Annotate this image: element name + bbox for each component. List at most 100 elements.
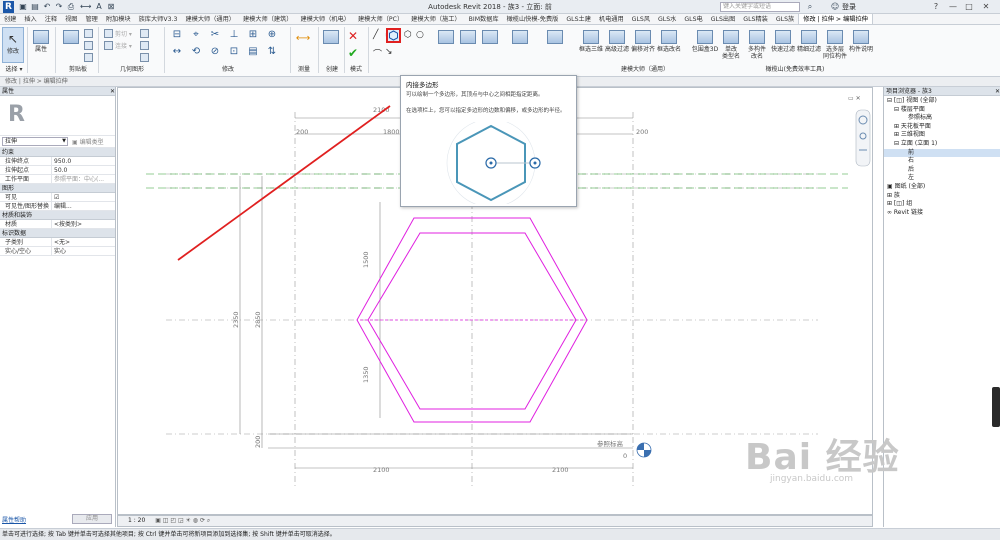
property-row[interactable]: 实心/空心 实心 (0, 247, 115, 256)
redo-icon[interactable]: ↷ (54, 2, 64, 12)
properties-help-link[interactable]: 属性帮助 (2, 515, 26, 524)
tab-15[interactable]: 机电通用 (595, 14, 628, 24)
apply-button[interactable]: 应用 (72, 514, 112, 524)
tab-10[interactable]: 建模大师（PC） (354, 14, 407, 24)
minimize-button[interactable]: — (946, 1, 960, 13)
navigation-bar[interactable] (855, 109, 871, 167)
copy-icon[interactable] (84, 41, 93, 50)
pick-lines-icon[interactable]: ↘ (385, 47, 393, 57)
view-control-icons[interactable]: ▣ ◫ ◰ ◲ ☀ ◍ ⟳ ⌕ (155, 517, 210, 524)
maximize-button[interactable]: □ (962, 1, 976, 13)
browser-item[interactable]: ⊞ [◫] 组 (884, 200, 1000, 209)
property-section-header[interactable]: 图形 (0, 184, 115, 193)
modify-tool-icon[interactable]: ⊘ (208, 45, 222, 59)
property-value[interactable]: 编辑... (52, 202, 115, 210)
browser-item[interactable]: 参照标高 (884, 114, 1000, 123)
property-row[interactable]: 子类别 <无> (0, 238, 115, 247)
tab-17[interactable]: GLS水 (654, 14, 680, 24)
browser-item[interactable]: ▣ 图纸 (全部) (884, 183, 1000, 192)
property-section-header[interactable]: 标识数据 (0, 229, 115, 238)
tool-button-7[interactable]: 快速过滤 (770, 27, 796, 65)
ext-button-4[interactable] (510, 27, 530, 63)
property-row[interactable]: 拉伸终点 950.0 (0, 157, 115, 166)
revit-logo[interactable]: R (3, 1, 14, 13)
modify-tool-icon[interactable]: ⊕ (265, 28, 279, 42)
edit-type-button[interactable]: ▣ 编辑类型 (72, 137, 104, 146)
view-controls[interactable]: ▭ ✕ (848, 95, 861, 102)
tab-3[interactable]: 视图 (61, 14, 81, 24)
modify-tool-icon[interactable]: ⊥ (227, 28, 241, 42)
tab-6[interactable]: 族库大师V3.3 (135, 14, 182, 24)
tab-21[interactable]: GLS族 (772, 14, 798, 24)
property-row[interactable]: 可见性/图形替换 编辑... (0, 202, 115, 211)
paint-icon[interactable] (140, 53, 149, 62)
tool-button-5[interactable]: 单改 类型名 (718, 27, 744, 65)
close-icon[interactable]: ✕ (995, 87, 1000, 95)
circumscribed-polygon-icon[interactable]: ⬡ (404, 30, 412, 40)
property-section-header[interactable]: 约束 (0, 148, 115, 157)
tab-12[interactable]: BIM数据库 (465, 14, 503, 24)
circle-tool-icon[interactable]: ○ (416, 30, 424, 40)
tab-16[interactable]: GLS风 (628, 14, 654, 24)
create-button[interactable] (322, 27, 340, 63)
tab-14[interactable]: GLS土建 (562, 14, 595, 24)
tool-button-0[interactable]: 框选三维 (578, 27, 604, 65)
ext-button-3[interactable] (480, 27, 500, 63)
close-icon[interactable]: ✕ (110, 87, 115, 95)
measure-button[interactable]: ⟷ (294, 27, 312, 63)
tab-2[interactable]: 注释 (41, 14, 61, 24)
tool-button-2[interactable]: 偏移对齐 (630, 27, 656, 65)
modify-tool-icon[interactable]: ✂ (208, 28, 222, 42)
ext-button-1[interactable] (436, 27, 456, 63)
browser-item[interactable]: ∞ Revit 链接 (884, 209, 1000, 218)
open-icon[interactable]: ▣ (18, 2, 28, 12)
browser-item[interactable]: ⊞ 三维视图 (884, 131, 1000, 140)
tab-9[interactable]: 建模大师（机电） (296, 14, 354, 24)
arc-tool-icon[interactable]: ⌒ (373, 47, 382, 60)
property-value[interactable]: 950.0 (52, 157, 115, 165)
browser-item[interactable]: 前 (884, 148, 1000, 158)
save-icon[interactable]: ▤ (30, 2, 40, 12)
property-row[interactable]: 工作平面 参照平面：中心(... (0, 175, 115, 184)
modify-tool-icon[interactable]: ▤ (246, 45, 260, 59)
tool-button-8[interactable]: 精细过滤 (796, 27, 822, 65)
tool-button-4[interactable]: 包围盒3D (692, 27, 718, 65)
tool-button-10[interactable]: 构件说明 (848, 27, 874, 65)
properties-button[interactable]: 属性 (30, 27, 52, 63)
scale-selector[interactable]: 1 : 20 (128, 517, 145, 524)
level-marker[interactable] (636, 442, 652, 458)
browser-item[interactable]: ⊟ [◫] 视图 (全部) (884, 97, 1000, 106)
cope-icon[interactable] (104, 29, 113, 38)
tab-8[interactable]: 建模大师（建筑） (239, 14, 297, 24)
property-row[interactable]: 材质 <按类别> (0, 220, 115, 229)
browser-item[interactable]: ⊟ 立面 (立面 1) (884, 140, 1000, 149)
close-button[interactable]: ✕ (978, 1, 994, 13)
measure-icon[interactable]: ⟷ (80, 2, 91, 12)
split-face-icon[interactable] (140, 41, 149, 50)
tab-18[interactable]: GLS电 (680, 14, 706, 24)
inscribed-polygon-button[interactable] (386, 28, 401, 43)
tab-11[interactable]: 建模大师（施工） (407, 14, 465, 24)
match-icon[interactable] (84, 53, 93, 62)
modify-tool-icon[interactable]: ⊞ (246, 28, 260, 42)
cut-icon[interactable] (84, 29, 93, 38)
tool-button-6[interactable]: 多构件 改名 (744, 27, 770, 65)
print-icon[interactable]: ⎙ (66, 2, 76, 12)
tab-22[interactable]: 修改 | 拉伸 > 编辑拉伸 (798, 14, 873, 24)
tool-button-3[interactable]: 框选改名 (656, 27, 682, 65)
help-icon[interactable]: ? (930, 1, 942, 13)
property-value[interactable]: ☑ (52, 193, 115, 201)
wall-join-icon[interactable] (140, 29, 149, 38)
property-row[interactable]: 可见 ☑ (0, 193, 115, 202)
tab-7[interactable]: 建模大师（通用） (181, 14, 239, 24)
undo-icon[interactable]: ↶ (42, 2, 52, 12)
tab-19[interactable]: GLS出图 (707, 14, 740, 24)
select-group-label[interactable]: 选择 ▾ (0, 66, 28, 74)
browser-item[interactable]: ⊟ 楼层平面 (884, 106, 1000, 115)
property-section-header[interactable]: 材质和装饰 (0, 211, 115, 220)
property-value[interactable]: 50.0 (52, 166, 115, 174)
modify-tool-icon[interactable]: ⊡ (227, 45, 241, 59)
tab-1[interactable]: 插入 (20, 14, 40, 24)
property-value[interactable]: 参照平面：中心(... (52, 175, 115, 183)
scroll-handle[interactable] (992, 387, 1000, 427)
